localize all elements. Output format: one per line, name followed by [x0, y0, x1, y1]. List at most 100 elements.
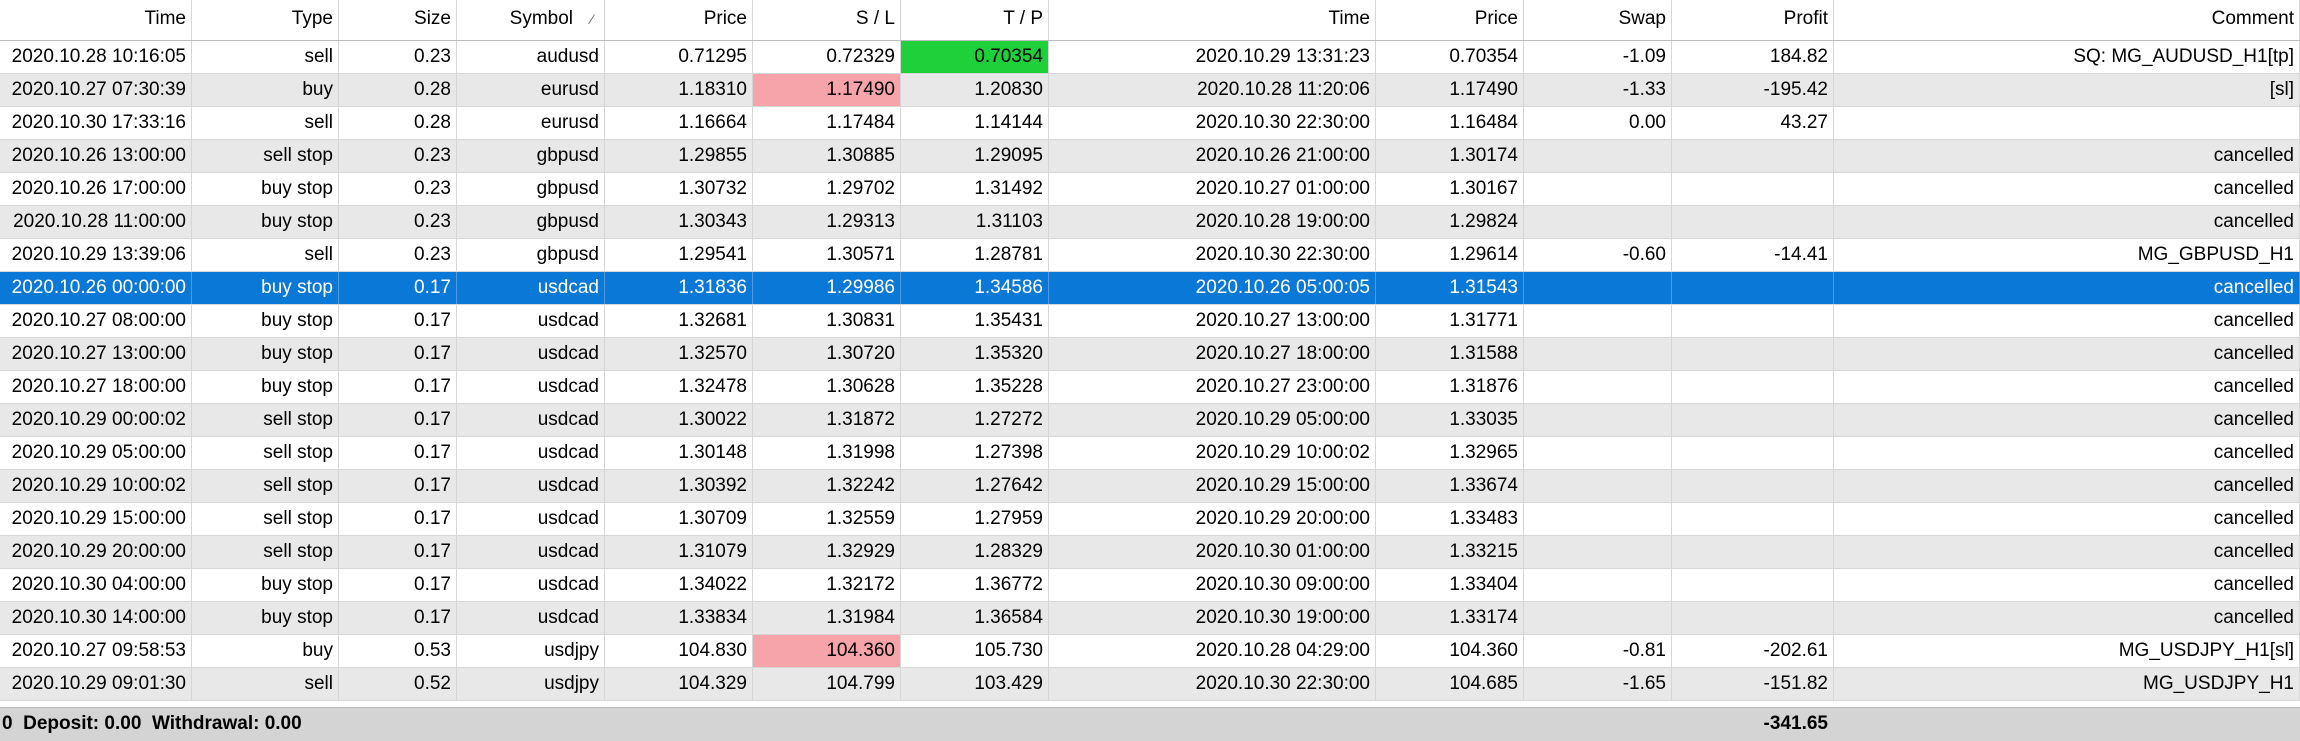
cell-stop-loss: 1.30885	[753, 140, 901, 172]
cell-close-price: 1.31771	[1376, 305, 1524, 337]
table-row[interactable]: 2020.10.26 00:00:00 buy stop 0.17 usdcad 1.3…	[0, 272, 2300, 305]
cell-size: 0.28	[339, 107, 457, 139]
table-row[interactable]: 2020.10.26 13:00:00 sell stop 0.23 gbpusd 1.…	[0, 140, 2300, 173]
cell-type: sell stop	[192, 404, 339, 436]
cell-close-price: 104.360	[1376, 635, 1524, 667]
cell-open-time: 2020.10.26 17:00:00	[0, 173, 192, 205]
cell-take-profit: 1.35431	[901, 305, 1049, 337]
cell-close-price: 1.30167	[1376, 173, 1524, 205]
cell-take-profit: 1.31492	[901, 173, 1049, 205]
cell-close-price: 1.29824	[1376, 206, 1524, 238]
cell-stop-loss: 1.30720	[753, 338, 901, 370]
cell-swap	[1524, 536, 1672, 568]
table-row[interactable]: 2020.10.29 05:00:00 sell stop 0.17 usdcad 1.…	[0, 437, 2300, 470]
table-row[interactable]: 2020.10.27 09:58:53 buy 0.53 usdjpy 104.830 1…	[0, 635, 2300, 668]
cell-size: 0.17	[339, 602, 457, 634]
table-row[interactable]: 2020.10.29 00:00:02 sell stop 0.17 usdcad 1.…	[0, 404, 2300, 437]
cell-close-price: 1.16484	[1376, 107, 1524, 139]
table-row[interactable]: 2020.10.26 17:00:00 buy stop 0.23 gbpusd 1.3…	[0, 173, 2300, 206]
cell-symbol: usdcad	[457, 338, 605, 370]
cell-open-time: 2020.10.30 14:00:00	[0, 602, 192, 634]
cell-symbol: usdcad	[457, 371, 605, 403]
table-row[interactable]: 2020.10.29 15:00:00 sell stop 0.17 usdcad 1.…	[0, 503, 2300, 536]
cell-symbol: eurusd	[457, 74, 605, 106]
table-row[interactable]: 2020.10.27 07:30:39 buy 0.28 eurusd 1.18310 1…	[0, 74, 2300, 107]
table-row[interactable]: 2020.10.28 11:00:00 buy stop 0.23 gbpusd 1.3…	[0, 206, 2300, 239]
column-header-label: Type	[291, 8, 333, 29]
cell-symbol: usdcad	[457, 437, 605, 469]
cell-take-profit: 1.28781	[901, 239, 1049, 271]
column-header-price[interactable]: Price	[605, 0, 753, 40]
cell-swap: -1.33	[1524, 74, 1672, 106]
cell-price: 0.71295	[605, 41, 753, 73]
cell-symbol: gbpusd	[457, 173, 605, 205]
table-row[interactable]: 2020.10.27 18:00:00 buy stop 0.17 usdcad 1.3…	[0, 371, 2300, 404]
table-row[interactable]: 2020.10.29 20:00:00 sell stop 0.17 usdcad 1.…	[0, 536, 2300, 569]
table-row[interactable]: 2020.10.29 13:39:06 sell 0.23 gbpusd 1.29541…	[0, 239, 2300, 272]
cell-close-price: 1.31876	[1376, 371, 1524, 403]
column-header-type[interactable]: Type	[192, 0, 339, 40]
cell-profit	[1672, 503, 1834, 535]
cell-close-price: 1.33483	[1376, 503, 1524, 535]
table-row[interactable]: 2020.10.27 13:00:00 buy stop 0.17 usdcad 1.3…	[0, 338, 2300, 371]
cell-stop-loss: 1.31984	[753, 602, 901, 634]
column-header-swap[interactable]: Swap	[1524, 0, 1672, 40]
cell-price: 1.29855	[605, 140, 753, 172]
column-header-comment[interactable]: Comment	[1834, 0, 2300, 40]
table-row[interactable]: 2020.10.30 14:00:00 buy stop 0.17 usdcad 1.3…	[0, 602, 2300, 635]
cell-close-price: 1.17490	[1376, 74, 1524, 106]
column-header-close-time[interactable]: Time	[1049, 0, 1376, 40]
cell-type: sell	[192, 107, 339, 139]
cell-open-time: 2020.10.28 11:00:00	[0, 206, 192, 238]
cell-stop-loss: 1.29313	[753, 206, 901, 238]
column-header-label: Time	[144, 8, 186, 29]
cell-symbol: gbpusd	[457, 206, 605, 238]
column-header-profit[interactable]: Profit	[1672, 0, 1834, 40]
column-header-symbol[interactable]: Symbol ⁄	[457, 0, 605, 40]
column-header-label: T / P	[1003, 8, 1043, 29]
table-row[interactable]: 2020.10.27 08:00:00 buy stop 0.17 usdcad 1.3…	[0, 305, 2300, 338]
cell-open-time: 2020.10.29 10:00:02	[0, 470, 192, 502]
cell-profit: 184.82	[1672, 41, 1834, 73]
cell-stop-loss: 1.31998	[753, 437, 901, 469]
cell-size: 0.23	[339, 140, 457, 172]
cell-size: 0.28	[339, 74, 457, 106]
table-row[interactable]: 2020.10.29 10:00:02 sell stop 0.17 usdcad 1.…	[0, 470, 2300, 503]
column-header-label: Time	[1328, 8, 1370, 29]
table-row[interactable]: 2020.10.29 09:01:30 sell 0.52 usdjpy 104.329…	[0, 668, 2300, 701]
cell-type: buy	[192, 635, 339, 667]
cell-size: 0.17	[339, 569, 457, 601]
cell-price: 1.30732	[605, 173, 753, 205]
cell-close-time: 2020.10.27 18:00:00	[1049, 338, 1376, 370]
cell-stop-loss: 1.30571	[753, 239, 901, 271]
column-header-label: Price	[1474, 8, 1518, 29]
cell-open-time: 2020.10.27 18:00:00	[0, 371, 192, 403]
table-row[interactable]: 2020.10.30 17:33:16 sell 0.28 eurusd 1.16664…	[0, 107, 2300, 140]
cell-close-time: 2020.10.27 13:00:00	[1049, 305, 1376, 337]
cell-profit	[1672, 371, 1834, 403]
cell-close-time: 2020.10.29 13:31:23	[1049, 41, 1376, 73]
cell-type: buy stop	[192, 305, 339, 337]
cell-profit	[1672, 173, 1834, 205]
table-row[interactable]: 2020.10.28 10:16:05 sell 0.23 audusd 0.71295…	[0, 41, 2300, 74]
cell-take-profit: 1.29095	[901, 140, 1049, 172]
column-header-open-time[interactable]: Time	[0, 0, 192, 40]
cell-type: sell stop	[192, 503, 339, 535]
cell-swap	[1524, 371, 1672, 403]
cell-open-time: 2020.10.28 10:16:05	[0, 41, 192, 73]
cell-comment: cancelled	[1834, 338, 2300, 370]
table-row[interactable]: 2020.10.30 04:00:00 buy stop 0.17 usdcad 1.3…	[0, 569, 2300, 602]
cell-size: 0.17	[339, 338, 457, 370]
cell-close-price: 1.33674	[1376, 470, 1524, 502]
cell-comment: cancelled	[1834, 140, 2300, 172]
column-header-take-profit[interactable]: T / P	[901, 0, 1049, 40]
cell-size: 0.17	[339, 470, 457, 502]
column-header-stop-loss[interactable]: S / L	[753, 0, 901, 40]
column-header-label: Swap	[1618, 8, 1666, 29]
column-header-close-price[interactable]: Price	[1376, 0, 1524, 40]
cell-type: buy stop	[192, 206, 339, 238]
column-header-size[interactable]: Size	[339, 0, 457, 40]
cell-close-time: 2020.10.27 23:00:00	[1049, 371, 1376, 403]
cell-close-time: 2020.10.29 05:00:00	[1049, 404, 1376, 436]
cell-type: sell stop	[192, 140, 339, 172]
